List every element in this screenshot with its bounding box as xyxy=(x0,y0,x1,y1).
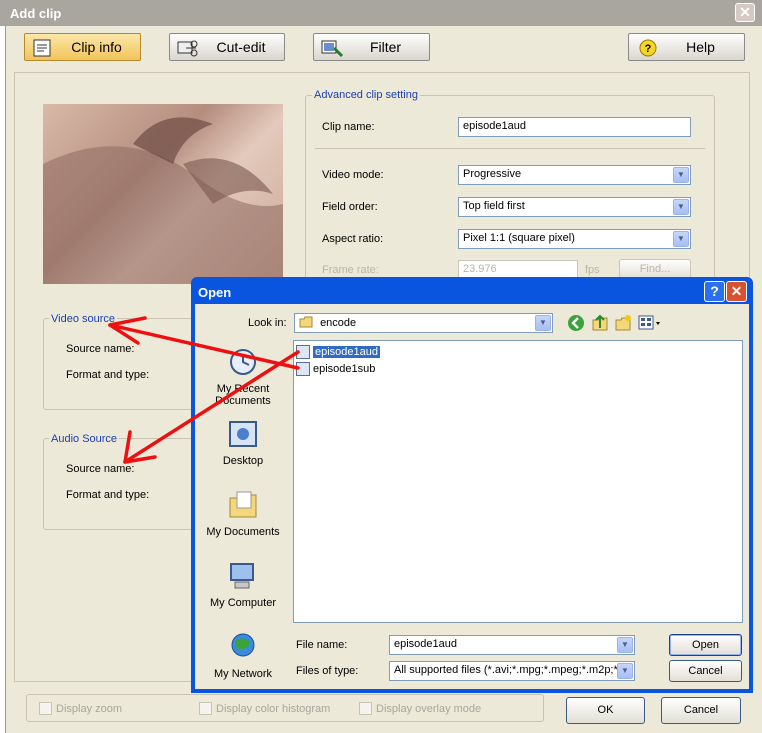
arrow-to-video-source xyxy=(108,323,300,370)
arrow-to-audio-source xyxy=(123,350,300,464)
red-annotation-arrows xyxy=(108,316,300,464)
